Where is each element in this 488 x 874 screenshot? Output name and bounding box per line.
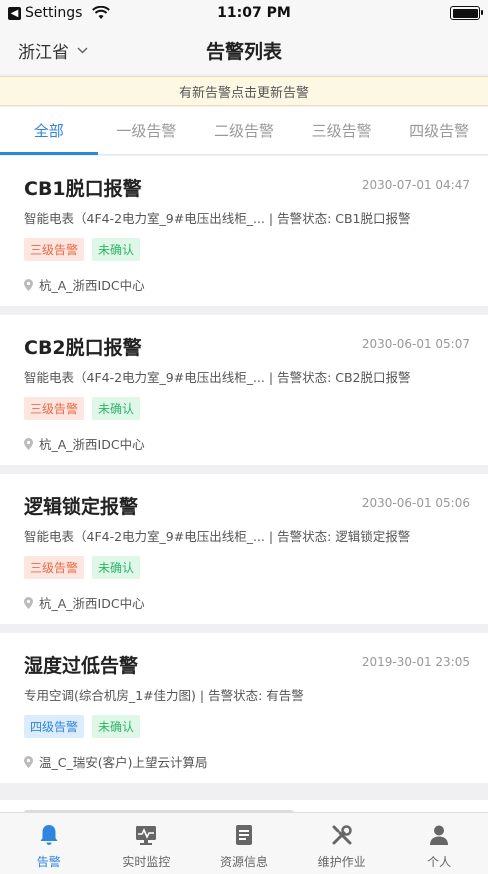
- alarm-location: 杭_A_浙西IDC中心: [24, 434, 145, 453]
- location-label: 温_C_瑞安(客户)上望云计算局: [39, 755, 208, 770]
- level-badge: 四级告警: [24, 715, 85, 738]
- level-badge: 三级告警: [24, 556, 85, 579]
- alarm-location: 温_C_瑞安(客户)上望云计算局: [24, 752, 207, 771]
- status-badge: 未确认: [92, 397, 141, 420]
- location-label: 杭_A_浙西IDC中心: [39, 437, 145, 452]
- alarm-description: 智能电表（4F4-2电力室_9#电压出线柜_... | 告警状态: CB1脱口报…: [24, 211, 411, 226]
- tab-level-3[interactable]: 三级告警: [293, 107, 391, 154]
- bottom-tab-bar: 告警 实时监控 资源信息 维护作业 个人: [0, 812, 488, 874]
- tab-level-2[interactable]: 二级告警: [195, 107, 293, 154]
- location-pin-icon: [24, 437, 33, 450]
- nav-profile[interactable]: 个人: [390, 813, 488, 874]
- alarm-title: 湿度过低告警: [24, 655, 139, 677]
- alarm-time: 2030-06-01 05:06: [361, 496, 470, 510]
- location-label: 杭_A_浙西IDC中心: [39, 596, 145, 611]
- nav-profile-label: 个人: [427, 855, 452, 869]
- alarm-card[interactable]: 湿度过低告警 2019-30-01 23:05 专用空调(综合机房_1#佳力图)…: [0, 633, 488, 783]
- tab-level-1[interactable]: 一级告警: [98, 107, 196, 154]
- nav-maintenance-label: 维护作业: [317, 855, 366, 869]
- status-badge: 未确认: [92, 238, 141, 261]
- bell-icon: [40, 825, 58, 845]
- level-badge: 三级告警: [24, 238, 85, 261]
- alarm-time: 2030-07-01 04:47: [361, 178, 470, 192]
- status-badge: 未确认: [92, 556, 141, 579]
- alarm-location: 杭_A_浙西IDC中心: [24, 275, 145, 294]
- location-label: 杭_A_浙西IDC中心: [39, 278, 145, 293]
- alarm-title: CB1脱口报警: [24, 178, 142, 200]
- new-alarm-notice[interactable]: 有新告警点击更新告警: [0, 76, 488, 106]
- battery-icon: [450, 6, 483, 20]
- monitor-icon: [136, 826, 157, 845]
- alarm-description: 智能电表（4F4-2电力室_9#电压出线柜_... | 告警状态: 逻辑锁定报警: [24, 529, 411, 544]
- alarm-title: 逻辑锁定报警: [24, 496, 139, 518]
- document-icon: [235, 825, 252, 845]
- tab-level-4[interactable]: 四级告警: [390, 107, 488, 154]
- level-badge: 三级告警: [24, 397, 85, 420]
- nav-bar: 浙江省 告警列表: [0, 26, 488, 74]
- nav-alarms-label: 告警: [36, 855, 61, 869]
- region-label: 浙江省: [18, 43, 69, 63]
- nav-monitoring[interactable]: 实时监控: [98, 813, 196, 874]
- alarm-list[interactable]: CB1脱口报警 2030-07-01 04:47 智能电表（4F4-2电力室_9…: [0, 156, 488, 812]
- alarm-card[interactable]: CB1脱口报警 2030-07-01 04:47 智能电表（4F4-2电力室_9…: [0, 156, 488, 306]
- back-label: Settings: [25, 5, 83, 21]
- tab-all[interactable]: 全部: [0, 107, 98, 155]
- nav-resources[interactable]: 资源信息: [195, 813, 293, 874]
- alarm-time: 2030-06-01 05:07: [361, 337, 470, 351]
- level-tabs: 全部 一级告警 二级告警 三级告警 四级告警: [0, 107, 488, 155]
- nav-resources-label: 资源信息: [219, 855, 268, 869]
- location-pin-icon: [24, 278, 33, 291]
- location-pin-icon: [24, 596, 33, 609]
- alarm-card[interactable]: 逻辑锁定报警 2030-06-01 05:06 智能电表（4F4-2电力室_9#…: [0, 474, 488, 624]
- back-arrow-icon: ◀: [8, 6, 21, 20]
- location-pin-icon: [24, 755, 33, 768]
- alarm-description: 专用空调(综合机房_1#佳力图) | 告警状态: 有告警: [24, 688, 304, 703]
- nav-alarms[interactable]: 告警: [0, 813, 98, 874]
- alarm-time: 2019-30-01 23:05: [361, 655, 470, 669]
- nav-maintenance[interactable]: 维护作业: [293, 813, 391, 874]
- alarm-title: CB2脱口报警: [24, 337, 142, 359]
- alarm-description: 智能电表（4F4-2电力室_9#电压出线柜_... | 告警状态: CB2脱口报…: [24, 370, 411, 385]
- chevron-down-icon: [77, 47, 88, 54]
- region-selector[interactable]: 浙江省: [18, 38, 88, 63]
- wifi-icon: [92, 6, 111, 19]
- status-time: 11:07 PM: [217, 5, 291, 21]
- tools-icon: [332, 825, 352, 845]
- person-icon: [430, 825, 449, 845]
- alarm-card-partial[interactable]: [0, 800, 488, 812]
- nav-monitoring-label: 实时监控: [122, 855, 171, 869]
- status-badge: 未确认: [92, 715, 141, 738]
- alarm-card[interactable]: CB2脱口报警 2030-06-01 05:07 智能电表（4F4-2电力室_9…: [0, 315, 488, 465]
- status-back[interactable]: ◀ Settings: [8, 5, 178, 21]
- status-bar: ◀ Settings 11:07 PM: [0, 0, 488, 26]
- alarm-location: 杭_A_浙西IDC中心: [24, 593, 145, 612]
